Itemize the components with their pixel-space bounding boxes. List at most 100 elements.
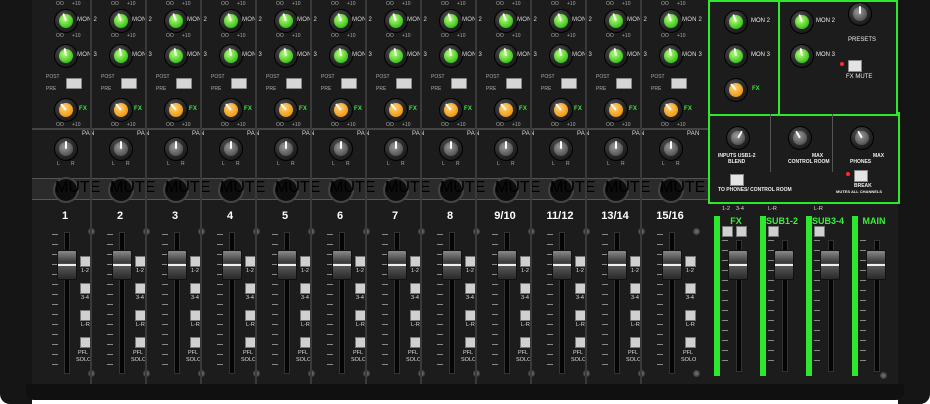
post-pre-switch[interactable]	[451, 78, 467, 89]
mute-button[interactable]: MUTE	[603, 177, 650, 203]
post-pre-switch[interactable]	[176, 78, 192, 89]
channel-fader[interactable]	[497, 250, 517, 280]
control-room-knob[interactable]	[788, 126, 812, 150]
post-pre-switch[interactable]	[66, 78, 82, 89]
mute-button[interactable]: MUTE	[328, 177, 375, 203]
pan-knob[interactable]	[54, 137, 78, 161]
fx-knob[interactable]	[384, 98, 408, 122]
mon3-knob[interactable]	[164, 44, 188, 68]
mute-button[interactable]: MUTE	[383, 177, 430, 203]
bus-assign-button[interactable]	[814, 226, 825, 237]
channel-fader[interactable]	[332, 250, 352, 280]
bus-assign-button[interactable]	[722, 226, 733, 237]
mute-button[interactable]: MUTE	[163, 177, 210, 203]
mon2-knob[interactable]	[659, 9, 683, 33]
pan-knob[interactable]	[274, 137, 298, 161]
mon2-knob[interactable]	[164, 9, 188, 33]
pfl-solo-button[interactable]	[685, 337, 696, 348]
mon3-knob[interactable]	[329, 44, 353, 68]
post-pre-switch[interactable]	[231, 78, 247, 89]
post-pre-switch[interactable]	[561, 78, 577, 89]
mon3-knob[interactable]	[274, 44, 298, 68]
channel-fader[interactable]	[662, 250, 682, 280]
mute-button[interactable]: MUTE	[658, 177, 705, 203]
pan-knob[interactable]	[439, 137, 463, 161]
post-pre-switch[interactable]	[616, 78, 632, 89]
fx-mute-button[interactable]	[848, 60, 862, 72]
fx-mon3-knob[interactable]	[724, 44, 748, 68]
fx-knob[interactable]	[604, 98, 628, 122]
mon3-knob[interactable]	[219, 44, 243, 68]
bus-assign-button[interactable]	[768, 226, 779, 237]
mon2-knob[interactable]	[329, 9, 353, 33]
mon2-knob[interactable]	[219, 9, 243, 33]
bus-fader[interactable]	[728, 250, 748, 280]
fx-mon2-knob[interactable]	[724, 10, 748, 34]
channel-fader[interactable]	[387, 250, 407, 280]
pan-knob[interactable]	[549, 137, 573, 161]
mute-button[interactable]: MUTE	[273, 177, 320, 203]
post-pre-switch[interactable]	[341, 78, 357, 89]
fx-knob[interactable]	[54, 98, 78, 122]
fx-knob[interactable]	[219, 98, 243, 122]
post-pre-switch[interactable]	[506, 78, 522, 89]
presets-knob[interactable]	[848, 2, 872, 26]
mon2-knob[interactable]	[549, 9, 573, 33]
mon3-knob[interactable]	[439, 44, 463, 68]
phones-knob[interactable]	[850, 126, 874, 150]
fx-knob[interactable]	[659, 98, 683, 122]
pan-knob[interactable]	[329, 137, 353, 161]
post-pre-switch[interactable]	[121, 78, 137, 89]
usb-blend-knob[interactable]	[726, 126, 750, 150]
mon2-knob[interactable]	[439, 9, 463, 33]
fx-knob[interactable]	[329, 98, 353, 122]
to-phones-button[interactable]	[730, 174, 744, 186]
pan-knob[interactable]	[109, 137, 133, 161]
mon3-knob[interactable]	[109, 44, 133, 68]
mon3-knob[interactable]	[604, 44, 628, 68]
fx-knob[interactable]	[549, 98, 573, 122]
channel-fader[interactable]	[442, 250, 462, 280]
channel-fader[interactable]	[57, 250, 77, 280]
mon2-knob[interactable]	[274, 9, 298, 33]
assign-3-4-button[interactable]	[685, 283, 696, 294]
mute-button[interactable]: MUTE	[108, 177, 155, 203]
post-pre-switch[interactable]	[671, 78, 687, 89]
post-pre-switch[interactable]	[396, 78, 412, 89]
bus-fader[interactable]	[866, 250, 886, 280]
mon3-knob[interactable]	[659, 44, 683, 68]
pan-knob[interactable]	[219, 137, 243, 161]
channel-fader[interactable]	[112, 250, 132, 280]
assign-1-2-button[interactable]	[685, 256, 696, 267]
fx-knob[interactable]	[439, 98, 463, 122]
mon2-knob[interactable]	[604, 9, 628, 33]
pan-knob[interactable]	[384, 137, 408, 161]
pan-knob[interactable]	[659, 137, 683, 161]
mute-button[interactable]: MUTE	[493, 177, 540, 203]
fx-knob[interactable]	[274, 98, 298, 122]
mon2-knob[interactable]	[109, 9, 133, 33]
mute-button[interactable]: MUTE	[548, 177, 595, 203]
channel-fader[interactable]	[552, 250, 572, 280]
mon2-knob[interactable]	[494, 9, 518, 33]
bus-fader[interactable]	[774, 250, 794, 280]
break-button[interactable]	[854, 170, 868, 182]
pan-knob[interactable]	[164, 137, 188, 161]
mute-button[interactable]: MUTE	[438, 177, 485, 203]
mute-button[interactable]: MUTE	[53, 177, 100, 203]
fx-knob[interactable]	[494, 98, 518, 122]
pan-knob[interactable]	[604, 137, 628, 161]
mon2-knob[interactable]	[54, 9, 78, 33]
mon2-knob[interactable]	[384, 9, 408, 33]
mute-button[interactable]: MUTE	[218, 177, 265, 203]
channel-fader[interactable]	[167, 250, 187, 280]
post-pre-switch[interactable]	[286, 78, 302, 89]
sub-mon3-knob[interactable]	[790, 44, 814, 68]
channel-fader[interactable]	[607, 250, 627, 280]
fx-return-knob[interactable]	[724, 78, 748, 102]
channel-fader[interactable]	[277, 250, 297, 280]
mon3-knob[interactable]	[549, 44, 573, 68]
mon3-knob[interactable]	[54, 44, 78, 68]
bus-assign-button[interactable]	[736, 226, 747, 237]
sub-mon2-knob[interactable]	[790, 10, 814, 34]
